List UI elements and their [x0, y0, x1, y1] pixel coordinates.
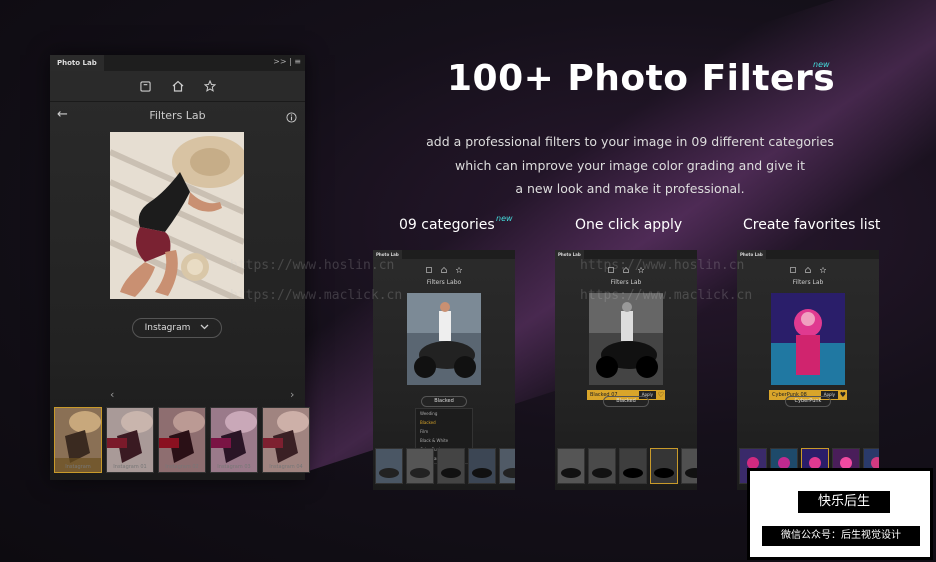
- mini-toolbar: [737, 259, 879, 276]
- filter-thumbnail[interactable]: Instagram 02: [158, 407, 206, 473]
- filter-thumbnail[interactable]: [468, 448, 496, 484]
- filter-thumbnail[interactable]: [619, 448, 647, 484]
- back-arrow-icon[interactable]: ←: [57, 107, 68, 122]
- mini-title: Filters Lab: [792, 279, 824, 286]
- mini-panel-favorites: Photo Lab Filters Lab CyberPunk 08 Apply…: [737, 250, 879, 490]
- thumbnails-next-icon[interactable]: ›: [290, 388, 294, 401]
- panel-header: ← Filters Lab: [50, 102, 305, 128]
- feature-title-favorites: Create favorites list: [743, 217, 881, 233]
- filter-thumbnail[interactable]: [406, 448, 434, 484]
- watermark-line: https://www.maclick.cn: [230, 288, 403, 303]
- filter-thumbnails: Instagram Instagram 01 Instagram 02 Inst…: [54, 407, 310, 473]
- heart-icon[interactable]: ♡: [658, 390, 664, 400]
- save-icon[interactable]: [790, 258, 796, 277]
- stamp-subtitle: 微信公众号：后生视觉设计: [762, 526, 920, 546]
- save-icon[interactable]: [139, 79, 153, 93]
- mini-preview-photo: [771, 293, 845, 385]
- filter-thumbnail[interactable]: [499, 448, 515, 484]
- mini-dropdown[interactable]: Blacked: [603, 396, 649, 407]
- thumbnail-label: Instagram 01: [113, 464, 147, 470]
- mini-preview-photo: [407, 293, 481, 385]
- mini-tab-bar: Photo Lab: [737, 250, 879, 259]
- filter-thumbnail[interactable]: Instagram 03: [210, 407, 258, 473]
- watermark-line: https://www.hoslin.cn: [580, 258, 745, 273]
- watermark-line: https://www.maclick.cn: [580, 288, 753, 303]
- home-icon[interactable]: [805, 258, 811, 277]
- menu-item[interactable]: Film: [416, 427, 472, 436]
- mini-title: Filters Lab: [610, 279, 642, 286]
- thumbnail-label: Instagram 03: [217, 464, 251, 470]
- mini-dropdown[interactable]: Blacked: [421, 396, 467, 407]
- description-line: which can improve your image color gradi…: [454, 157, 806, 173]
- panel-title: Filters Lab: [149, 108, 206, 122]
- description-line: a new look and make it professional.: [515, 181, 745, 196]
- dropdown-value: Instagram: [144, 323, 191, 333]
- filter-thumbnail[interactable]: [437, 448, 465, 484]
- chevron-down-icon: [200, 323, 209, 333]
- headline-new-tag: new: [813, 60, 830, 69]
- info-icon[interactable]: [286, 108, 297, 127]
- stamp-title: 快乐后生: [798, 491, 890, 513]
- filter-thumbnail[interactable]: Instagram 01: [106, 407, 154, 473]
- wechat-stamp: 快乐后生 微信公众号：后生视觉设计: [747, 468, 933, 560]
- feature-title-one-click: One click apply: [575, 217, 683, 233]
- mini-preview-photo: [589, 293, 663, 385]
- save-icon[interactable]: [426, 258, 432, 277]
- panel-toolbar: [50, 71, 305, 102]
- filter-thumbnail[interactable]: [375, 448, 403, 484]
- menu-item-selected[interactable]: Blacked: [416, 418, 472, 427]
- preview-photo: [110, 132, 244, 299]
- mini-thumbnails: [375, 448, 515, 484]
- mini-header: Filters Lab: [737, 276, 879, 290]
- filter-thumbnail[interactable]: [650, 448, 678, 484]
- feature-new-tag: new: [496, 214, 513, 223]
- thumbnail-label: Instagram 04: [269, 464, 303, 470]
- menu-item[interactable]: Black & White: [416, 436, 472, 445]
- filter-thumbnail[interactable]: [557, 448, 585, 484]
- home-icon[interactable]: [171, 79, 185, 93]
- star-icon[interactable]: [455, 258, 463, 277]
- thumbnail-label: Instagram 02: [165, 464, 199, 470]
- panel-menu-controls[interactable]: >> | ≡: [273, 57, 301, 66]
- star-icon[interactable]: [819, 258, 827, 277]
- mini-panel-one-click: Photo Lab Filters Lab Blacked 07 Apply ♡…: [555, 250, 697, 490]
- thumbnail-label: Instagram: [65, 464, 91, 470]
- filter-thumbnail[interactable]: [588, 448, 616, 484]
- heart-filled-icon[interactable]: ♥: [840, 390, 846, 400]
- feature-title-categories: 09 categories: [399, 217, 495, 233]
- thumbnails-prev-icon[interactable]: ‹: [110, 388, 114, 401]
- panel-tab-bar: Photo Lab >> | ≡: [50, 55, 305, 71]
- mini-thumbnails: [557, 448, 697, 484]
- mini-panel-categories: Photo Lab Filters Labo Blacked Weeding B…: [373, 250, 515, 490]
- filter-thumbnail[interactable]: Instagram: [54, 407, 102, 473]
- filter-category-dropdown[interactable]: Instagram: [132, 318, 222, 338]
- hero-description: add a professional filters to your image…: [400, 130, 860, 201]
- filter-thumbnail[interactable]: Instagram 04: [262, 407, 310, 473]
- panel-tab[interactable]: Photo Lab: [50, 55, 104, 71]
- home-icon[interactable]: [441, 258, 447, 277]
- filter-thumbnail[interactable]: [681, 448, 697, 484]
- mini-dropdown[interactable]: CyberPunk: [785, 396, 831, 407]
- description-line: add a professional filters to your image…: [426, 134, 834, 149]
- menu-item[interactable]: Weeding: [416, 409, 472, 418]
- star-icon[interactable]: [203, 79, 217, 93]
- watermark-line: https://www.hoslin.cn: [230, 258, 395, 273]
- mini-title: Filters Labo: [426, 279, 462, 286]
- hero-headline: 100+ Photo Filters: [447, 58, 836, 99]
